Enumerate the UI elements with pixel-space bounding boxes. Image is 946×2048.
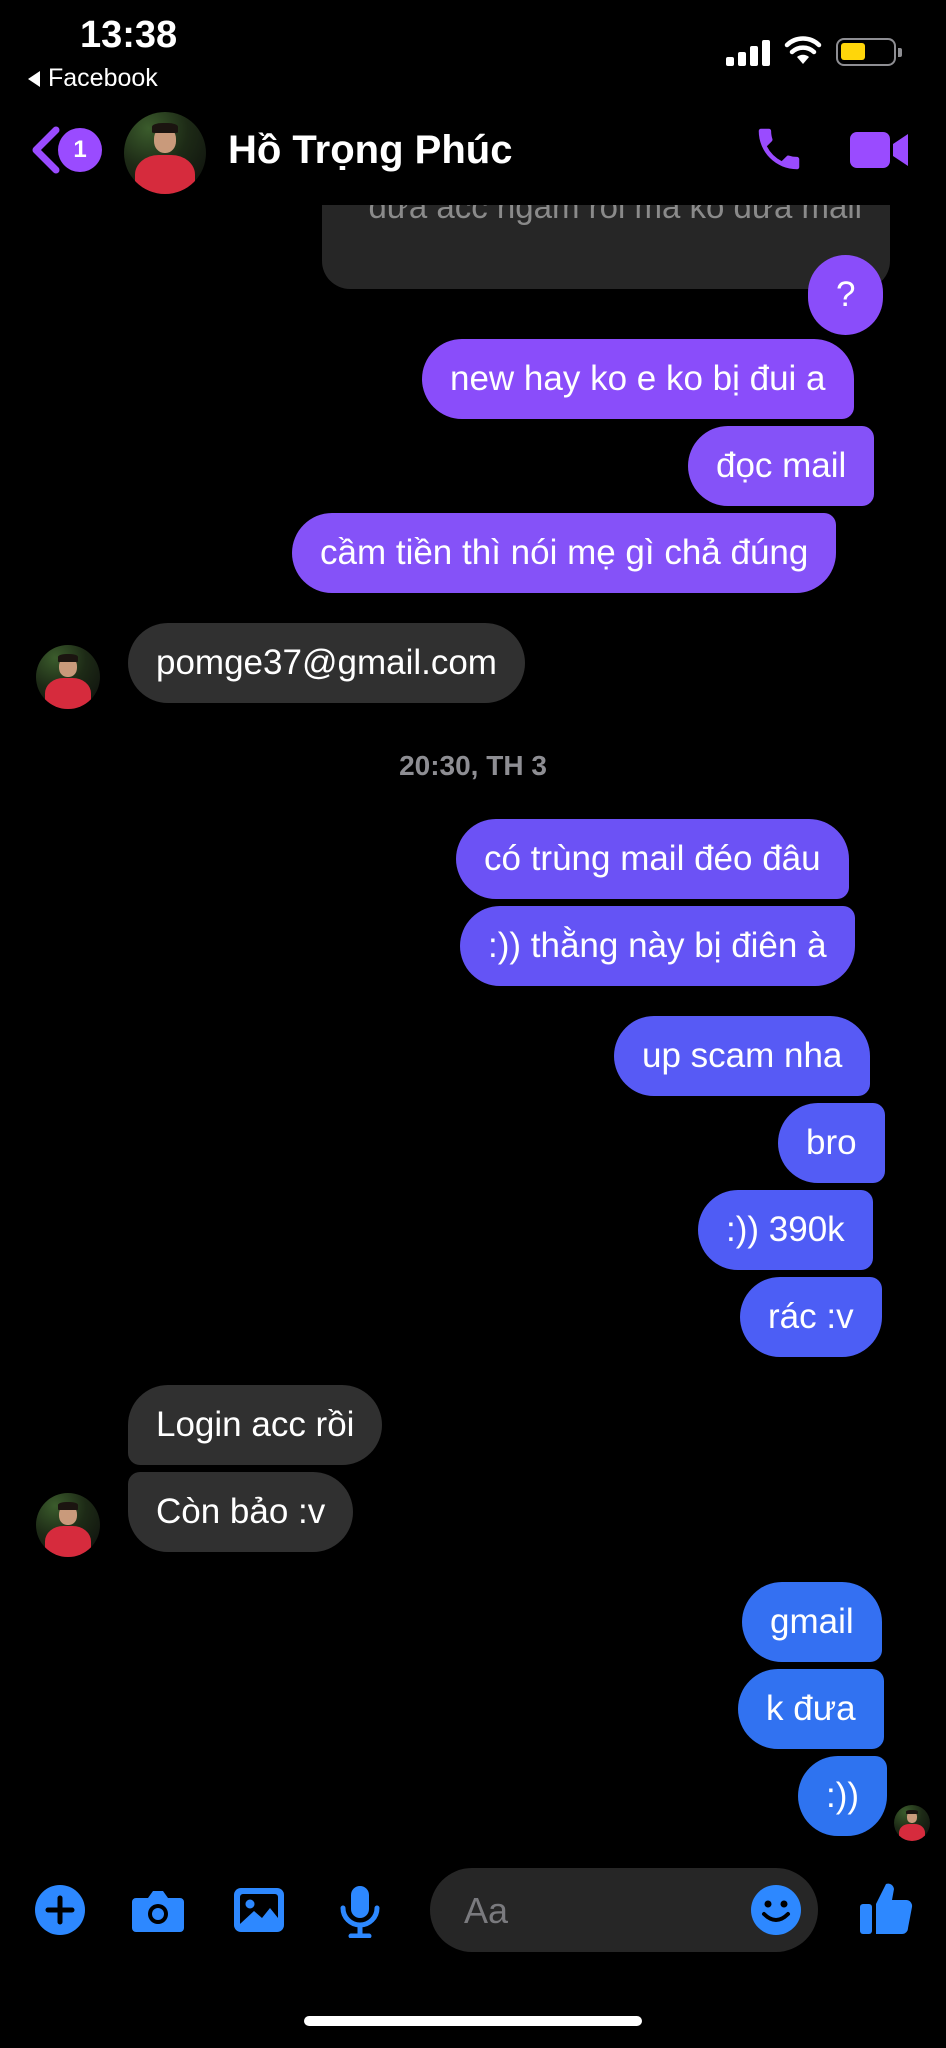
thumbs-up-icon[interactable] [858, 1878, 914, 1938]
video-camera-icon[interactable] [848, 128, 910, 172]
status-bar: 13:38 Facebook [0, 0, 946, 100]
message-bubble-outgoing[interactable]: :)) 390k [698, 1190, 873, 1270]
message-bubble-incoming[interactable]: Login acc rồi [128, 1385, 383, 1465]
message-bubble-outgoing[interactable]: :)) thằng này bị điên à [460, 906, 855, 986]
contact-avatar[interactable] [124, 112, 206, 194]
message-bubble-outgoing[interactable]: up scam nha [614, 1016, 871, 1096]
battery-icon [836, 38, 902, 66]
status-time: 13:38 [80, 14, 178, 56]
back-triangle-icon [28, 70, 40, 87]
message-bubble-outgoing[interactable]: bro [778, 1103, 885, 1183]
message-input[interactable]: Aa [430, 1868, 818, 1952]
message-input-placeholder: Aa [464, 1890, 509, 1931]
back-app-label: Facebook [48, 64, 158, 92]
message-bubble-incoming[interactable]: Còn bảo :v [128, 1472, 354, 1552]
message-bubble-outgoing[interactable]: new hay ko e ko bị đui a [422, 339, 854, 419]
message-bubble-outgoing[interactable]: cầm tiền thì nói mẹ gì chả đúng [292, 513, 837, 593]
message-composer: Aa [0, 1860, 946, 1960]
contact-avatar-small[interactable] [36, 1493, 100, 1557]
seen-indicator-avatar [894, 1805, 930, 1841]
camera-icon[interactable] [130, 1884, 186, 1936]
contact-name[interactable]: Hồ Trọng Phúc [228, 128, 512, 173]
back-to-app-link[interactable]: Facebook [28, 64, 158, 93]
cellular-signal-icon [726, 40, 770, 66]
message-bubble-outgoing[interactable]: đọc mail [688, 426, 875, 506]
message-list[interactable]: đưa acc ngâm rồi mà ko đưa mail ? new ha… [0, 195, 946, 1855]
message-timestamp: 20:30, TH 3 [399, 750, 547, 781]
contact-avatar-small[interactable] [36, 645, 100, 709]
message-bubble-outgoing[interactable]: k đưa [738, 1669, 884, 1749]
unread-badge: 1 [58, 128, 102, 172]
wifi-icon [784, 36, 822, 64]
back-chevron-icon [32, 126, 60, 174]
plus-icon[interactable] [34, 1884, 86, 1936]
message-bubble-outgoing[interactable]: :)) [798, 1756, 888, 1836]
message-bubble-outgoing[interactable]: gmail [742, 1582, 882, 1662]
chat-header: 1 Hồ Trọng Phúc [0, 100, 946, 205]
message-bubble-incoming[interactable]: pomge37@gmail.com [128, 623, 525, 703]
message-bubble-outgoing[interactable]: rác :v [740, 1277, 882, 1357]
message-bubble-outgoing[interactable]: ? [808, 255, 884, 335]
back-button[interactable]: 1 [28, 126, 102, 174]
message-bubble-outgoing[interactable]: có trùng mail đéo đâu [456, 819, 849, 899]
photo-icon[interactable] [232, 1884, 286, 1936]
phone-icon[interactable] [752, 122, 806, 176]
microphone-icon[interactable] [338, 1884, 382, 1938]
previous-message-bubble: đưa acc ngâm rồi mà ko đưa mail [322, 195, 890, 289]
home-indicator[interactable] [304, 2016, 642, 2026]
emoji-icon[interactable] [750, 1884, 802, 1936]
